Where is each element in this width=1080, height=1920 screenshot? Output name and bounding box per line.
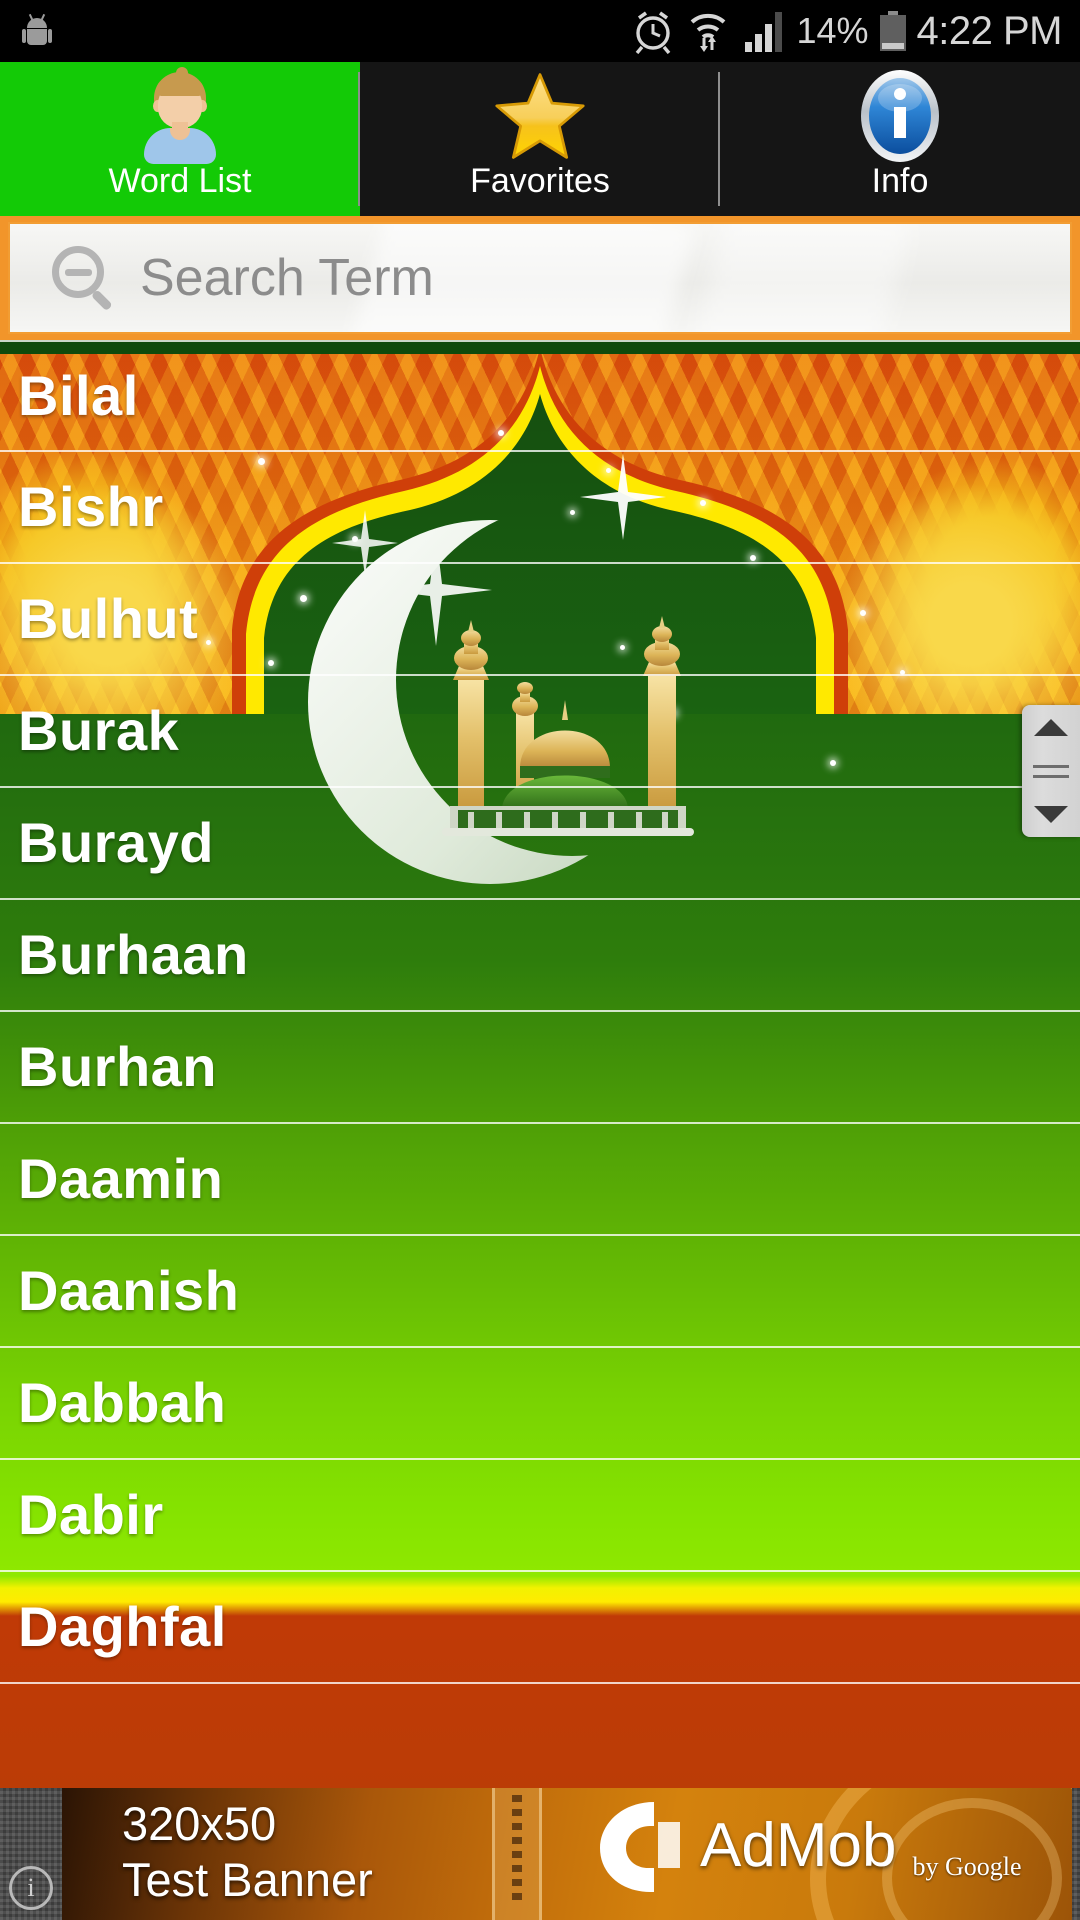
list-item[interactable]: Burhaan [0, 900, 1080, 1012]
status-bar-right: 14% 4:22 PM [631, 8, 1080, 54]
battery-percent: 14% [796, 10, 869, 51]
list-item[interactable]: Bilal [0, 340, 1080, 452]
app-screen: 14% 4:22 PM Word List Favorites Info Sea… [0, 0, 1080, 1920]
ad-info-badge[interactable]: i [0, 1788, 62, 1920]
word-name: Dabbah [18, 1371, 227, 1434]
list-item[interactable]: Burhan [0, 1012, 1080, 1124]
tab-favorites[interactable]: Favorites [360, 62, 720, 216]
word-list[interactable]: Bilal Bishr Bulhut Burak Burayd Burhaan … [0, 340, 1080, 1788]
battery-icon [879, 11, 906, 51]
admob-wordmark: AdMob [700, 1811, 897, 1880]
list-item[interactable]: Dabir [0, 1460, 1080, 1572]
tab-bar: Word List Favorites Info [0, 62, 1080, 216]
ad-info-icon: i [9, 1866, 53, 1910]
ad-creative[interactable]: 320x50 Test Banner AdMob by Google [62, 1788, 1072, 1920]
signal-bars-icon [745, 12, 783, 52]
word-name: Bulhut [18, 587, 199, 650]
fast-scroll-thumb[interactable] [1022, 705, 1080, 837]
list-item[interactable]: Burayd [0, 788, 1080, 900]
word-name: Bishr [18, 475, 164, 538]
word-name: Daanish [18, 1259, 240, 1322]
tab-info-label: Info [871, 162, 929, 200]
tab-info[interactable]: Info [720, 62, 1080, 216]
list-item[interactable]: Bishr [0, 452, 1080, 564]
ad-text: 320x50 Test Banner [122, 1796, 373, 1908]
status-bar: 14% 4:22 PM [0, 0, 1080, 62]
tab-word-list[interactable]: Word List [0, 62, 360, 216]
word-name: Burak [18, 699, 180, 762]
drag-grip-icon [1033, 764, 1069, 778]
list-item[interactable]: Daamin [0, 1124, 1080, 1236]
wifi-icon [691, 13, 726, 52]
search-input[interactable]: Search Term [8, 222, 1072, 334]
list-item[interactable]: Bulhut [0, 564, 1080, 676]
list-item[interactable]: Daanish [0, 1236, 1080, 1348]
word-name: Bilal [18, 364, 139, 427]
search-placeholder: Search Term [140, 249, 434, 307]
admob-by-google: by Google [912, 1852, 1022, 1881]
alarm-clock-icon [636, 11, 671, 54]
word-name: Burhan [18, 1035, 217, 1098]
word-name: Burayd [18, 811, 214, 874]
list-item[interactable]: Daghfal [0, 1572, 1080, 1684]
word-name: Dabir [18, 1483, 164, 1546]
magnifier-icon [52, 246, 116, 312]
android-robot-icon [22, 13, 52, 48]
clock-time: 4:22 PM [916, 9, 1063, 53]
triangle-up-icon [1034, 719, 1068, 736]
ad-filmstrip-decoration [492, 1788, 542, 1920]
status-bar-left [0, 13, 52, 48]
tab-favorites-label: Favorites [470, 162, 610, 200]
word-name: Burhaan [18, 923, 249, 986]
ad-text-line1: 320x50 [122, 1797, 277, 1850]
list-item[interactable]: Burak [0, 676, 1080, 788]
info-icon [855, 66, 945, 166]
admob-logo-icon [600, 1802, 680, 1892]
word-name: Daghfal [18, 1595, 227, 1658]
word-list-rows: Bilal Bishr Bulhut Burak Burayd Burhaan … [0, 340, 1080, 1684]
person-icon [138, 66, 222, 166]
search-bar-container: Search Term [0, 216, 1080, 340]
ad-text-line2: Test Banner [122, 1853, 373, 1906]
tab-word-list-label: Word List [108, 162, 252, 200]
list-item[interactable]: Dabbah [0, 1348, 1080, 1460]
word-name: Daamin [18, 1147, 224, 1210]
triangle-down-icon [1034, 806, 1068, 823]
ad-banner[interactable]: i 320x50 Test Banner AdMob by Google [0, 1788, 1080, 1920]
star-icon [494, 66, 586, 166]
admob-logo: AdMob by Google [592, 1794, 1022, 1898]
